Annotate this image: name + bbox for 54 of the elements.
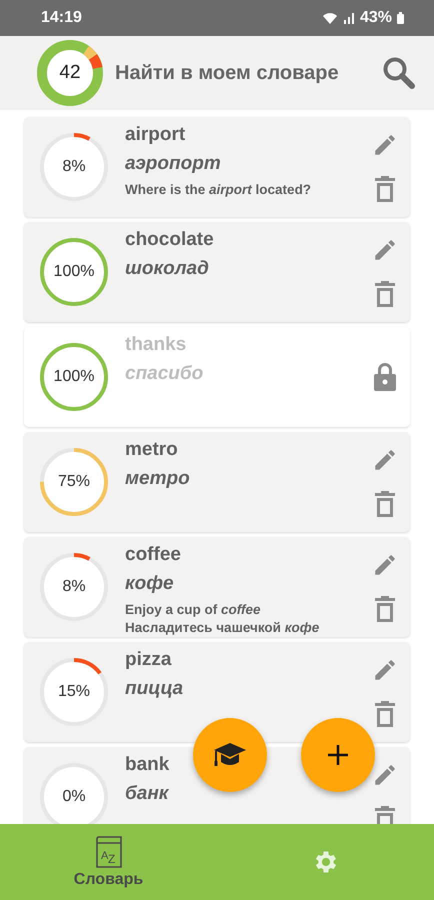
translation-text: спасибо [125,362,204,386]
delete-icon[interactable] [374,700,396,728]
word-text: airport [125,123,186,147]
word-text: pizza [125,648,172,672]
word-text: thanks [125,333,186,357]
translation-text: шоколад [125,257,209,281]
word-card[interactable]: 100% thanks спасибо [24,327,410,427]
lock-icon [373,362,397,392]
word-card[interactable]: 75% metro метро [24,432,410,532]
progress-ring [38,236,110,308]
translation-text: аэропорт [125,152,221,176]
translation-text: пицца [125,677,184,701]
word-text: coffee [125,543,181,567]
battery-level: 43% [360,9,392,27]
word-card[interactable]: 8% airport аэропорт Where is the airport located? [24,117,410,217]
progress-ring [38,761,110,824]
delete-icon[interactable] [374,280,396,308]
signal-icon [342,12,355,24]
progress-percent: 0% [62,788,86,806]
translation-text: метро [125,467,190,491]
status-time: 14:19 [41,9,82,27]
delete-icon[interactable] [374,174,396,202]
example-sentence: Enjoy a cup of coffee [125,601,261,619]
example-sentence: Where is the airport located? [125,181,312,199]
search-field[interactable]: Найти в моем словаре [115,62,370,84]
word-text: chocolate [125,228,214,252]
progress-percent: 75% [58,473,90,491]
progress-percent: 100% [54,263,94,281]
word-card[interactable]: 8% coffee кофе Enjoy a cup of coffee Насладитесь чашечкой кофе [24,537,410,637]
example-sentence: Насладитесь чашечкой кофе [125,619,320,637]
progress-percent: 15% [58,683,90,701]
progress-ring [38,131,110,203]
progress-ring [38,551,110,623]
word-text: metro [125,438,178,462]
wifi-icon [322,12,338,24]
plus-icon [327,744,349,766]
progress-ring [38,341,110,413]
translation-text: кофе [125,572,174,596]
translation-text: банк [125,782,168,806]
word-card[interactable]: 15% pizza пицца [24,642,410,742]
progress-ring [38,446,110,518]
graduation-cap-icon [213,741,247,769]
progress-percent: 8% [62,578,86,596]
progress-percent: 100% [54,368,94,386]
word-card[interactable]: 100% chocolate шоколад [24,222,410,322]
search-icon[interactable] [382,56,416,90]
battery-icon [397,12,404,24]
delete-icon[interactable] [374,490,396,518]
progress-ring-chart: 42 [37,40,103,106]
progress-ring [38,656,110,728]
dictionary-icon: AZ [94,835,122,869]
progress-percent: 8% [62,158,86,176]
word-text: bank [125,753,170,777]
delete-icon[interactable] [374,594,396,622]
